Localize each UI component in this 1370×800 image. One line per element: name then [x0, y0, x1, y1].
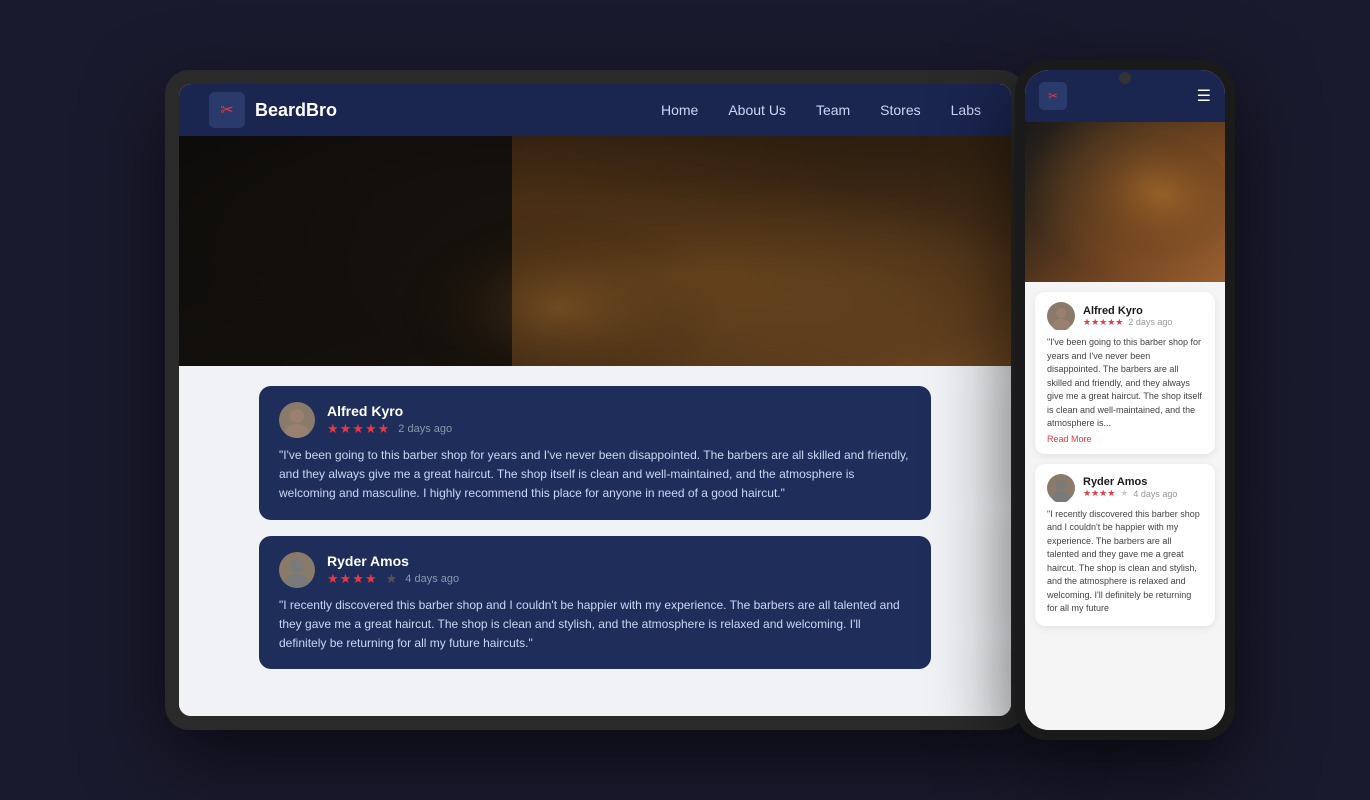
review-meta-2: ★★★★★ 4 days ago [327, 571, 911, 587]
phone-review-text-1: "I've been going to this barber shop for… [1047, 336, 1203, 431]
stars-2: ★★★★ [327, 571, 378, 587]
phone-reviewer-name-1: Alfred Kyro [1083, 305, 1172, 317]
hero-decoration [179, 136, 1011, 366]
review-header-2: Ryder Amos ★★★★★ 4 days ago [279, 552, 911, 588]
phone-date-2: 4 days ago [1133, 489, 1177, 499]
nav-labs[interactable]: Labs [951, 102, 981, 118]
nav-about[interactable]: About Us [728, 102, 786, 118]
scissors-icon: ✂ [220, 100, 233, 120]
read-more-link-1[interactable]: Read More [1047, 434, 1203, 444]
avatar-icon-2 [279, 552, 315, 588]
phone-stars-2: ★★★★ [1083, 488, 1115, 499]
reviewer-name-1: Alfred Kyro [327, 403, 911, 419]
brand-logo: ✂ [209, 92, 245, 128]
phone-review-header-2: Ryder Amos ★★★★★ 4 days ago [1047, 474, 1203, 502]
review-card-1: Alfred Kyro ★★★★★ 2 days ago "I've been … [259, 386, 931, 520]
avatar-2 [279, 552, 315, 588]
reviewer-info-1: Alfred Kyro ★★★★★ 2 days ago [327, 403, 911, 437]
hamburger-icon[interactable]: ☰ [1197, 86, 1211, 106]
phone-review-card-2: Ryder Amos ★★★★★ 4 days ago "I recently … [1035, 464, 1215, 626]
brand-name: BeardBro [255, 100, 337, 121]
phone-scissors-icon: ✂ [1048, 89, 1058, 103]
phone-avatar-2 [1047, 474, 1075, 502]
tablet-device: ✂ BeardBro Home About Us Team Stores Lab… [165, 70, 1025, 730]
phone-avatar-1 [1047, 302, 1075, 330]
review-card-2: Ryder Amos ★★★★★ 4 days ago "I recently … [259, 536, 931, 670]
phone-stars-1: ★★★★★ [1083, 317, 1123, 328]
phone-avatar-icon-2 [1047, 474, 1075, 502]
phone-date-1: 2 days ago [1128, 317, 1172, 327]
review-header-1: Alfred Kyro ★★★★★ 2 days ago [279, 402, 911, 438]
hero-bg [179, 136, 1011, 366]
review-text-2: "I recently discovered this barber shop … [279, 596, 911, 654]
star-dim-2: ★ [386, 571, 398, 587]
phone-screen: ✂ ☰ [1025, 70, 1225, 730]
tablet-reviews-section: Alfred Kyro ★★★★★ 2 days ago "I've been … [179, 366, 1011, 716]
tablet-navbar: ✂ BeardBro Home About Us Team Stores Lab… [179, 84, 1011, 136]
review-meta-1: ★★★★★ 2 days ago [327, 421, 911, 437]
avatar-icon-1 [279, 402, 315, 438]
reviewer-info-2: Ryder Amos ★★★★★ 4 days ago [327, 553, 911, 587]
phone-hero [1025, 122, 1225, 282]
phone-notch [1119, 72, 1131, 84]
nav-stores[interactable]: Stores [880, 102, 920, 118]
phone-star-dim-2: ★ [1120, 488, 1128, 499]
phone-review-text-2: "I recently discovered this barber shop … [1047, 508, 1203, 616]
tablet-screen: ✂ BeardBro Home About Us Team Stores Lab… [179, 84, 1011, 716]
nav-team[interactable]: Team [816, 102, 850, 118]
phone-hero-svg [1025, 122, 1225, 282]
brand: ✂ BeardBro [209, 92, 337, 128]
review-text-1: "I've been going to this barber shop for… [279, 446, 911, 504]
nav-home[interactable]: Home [661, 102, 698, 118]
phone-brand-logo: ✂ [1039, 82, 1067, 110]
phone-device: ✂ ☰ [1015, 60, 1235, 740]
reviewer-name-2: Ryder Amos [327, 553, 911, 569]
phone-reviews-section: Alfred Kyro ★★★★★ 2 days ago "I've been … [1025, 282, 1225, 730]
review-date-2: 4 days ago [405, 573, 459, 585]
hero-image [179, 136, 1011, 366]
avatar-1 [279, 402, 315, 438]
phone-avatar-icon-1 [1047, 302, 1075, 330]
phone-reviewer-name-2: Ryder Amos [1083, 476, 1177, 488]
phone-reviewer-info-2: Ryder Amos ★★★★★ 4 days ago [1083, 476, 1177, 499]
stars-1: ★★★★★ [327, 421, 390, 437]
review-date-1: 2 days ago [398, 423, 452, 435]
phone-review-meta-1: ★★★★★ 2 days ago [1083, 317, 1172, 328]
scene: ✂ BeardBro Home About Us Team Stores Lab… [135, 40, 1235, 760]
phone-reviewer-info-1: Alfred Kyro ★★★★★ 2 days ago [1083, 305, 1172, 328]
phone-review-header-1: Alfred Kyro ★★★★★ 2 days ago [1047, 302, 1203, 330]
phone-review-meta-2: ★★★★★ 4 days ago [1083, 488, 1177, 499]
phone-review-card-1: Alfred Kyro ★★★★★ 2 days ago "I've been … [1035, 292, 1215, 454]
nav-links: Home About Us Team Stores Labs [661, 102, 981, 118]
